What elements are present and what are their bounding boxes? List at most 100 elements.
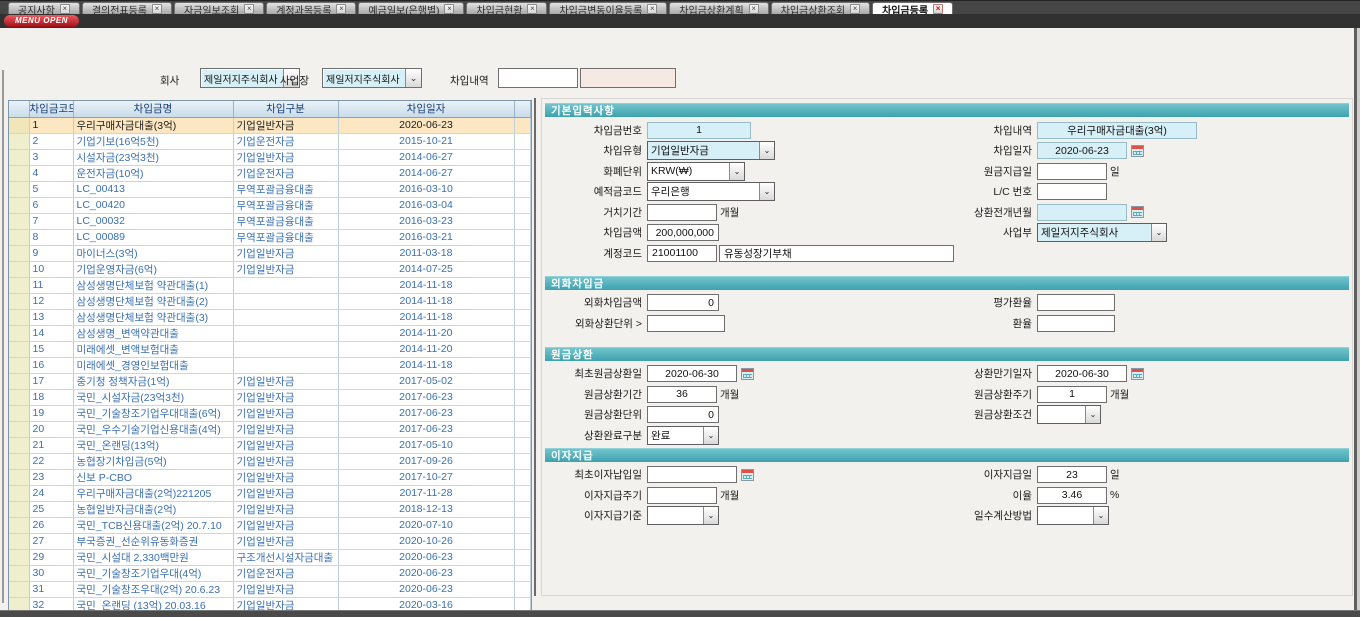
cell-type[interactable]: 기업운전자금 [233,165,338,181]
cell-code[interactable]: 25 [29,501,73,517]
table-row[interactable]: 1우리구매자금대출(3억)기업일반자금2020-06-23 [9,117,530,133]
cell-code[interactable]: 2 [29,133,73,149]
deposit-code-select[interactable]: 우리은행 ⌄ [647,182,775,201]
cell-name[interactable]: 국민_TCB신용대출(2억) 20.7.10 [73,517,233,533]
table-row[interactable]: 22농협장기차입금(5억)기업일반자금2017-09-26 [9,453,530,469]
row-selector-cell[interactable] [9,229,29,245]
cell-date[interactable]: 2014-11-18 [338,277,514,293]
table-row[interactable]: 16미래에셋_경영인보험대출2014-11-18 [9,357,530,373]
cell-filler[interactable] [514,165,530,181]
cell-filler[interactable] [514,245,530,261]
row-selector-cell[interactable] [9,149,29,165]
cell-type[interactable]: 기업일반자금 [233,469,338,485]
grid-header-type[interactable]: 차입구분 [233,101,338,117]
cell-filler[interactable] [514,149,530,165]
cell-name[interactable]: 농협일반자금대출(2억) [73,501,233,517]
cell-date[interactable]: 2014-11-20 [338,325,514,341]
interest-basis-select[interactable]: ⌄ [647,506,719,525]
tab-close-icon[interactable]: × [647,4,657,14]
cell-name[interactable]: 운전자금(10억) [73,165,233,181]
row-selector-cell[interactable] [9,181,29,197]
table-row[interactable]: 25농협일반자금대출(2억)기업일반자금2018-12-13 [9,501,530,517]
cell-code[interactable]: 24 [29,485,73,501]
row-selector-cell[interactable] [9,469,29,485]
cell-date[interactable]: 2014-06-27 [338,149,514,165]
tab-close-icon[interactable]: × [749,4,759,14]
chevron-down-icon[interactable]: ⌄ [729,163,744,180]
cell-type[interactable]: 기업일반자금 [233,453,338,469]
cell-type[interactable] [233,309,338,325]
cell-type[interactable] [233,277,338,293]
cell-filler[interactable] [514,389,530,405]
cell-date[interactable]: 2017-05-02 [338,373,514,389]
cell-code[interactable]: 31 [29,581,73,597]
cell-name[interactable]: 국민_온랜딩(13억) [73,437,233,453]
table-row[interactable]: 7LC_00032무역포괄금융대출2016-03-23 [9,213,530,229]
cell-code[interactable]: 3 [29,149,73,165]
row-selector-cell[interactable] [9,389,29,405]
day-count-method-select[interactable]: ⌄ [1037,506,1109,525]
cell-date[interactable]: 2020-06-23 [338,549,514,565]
currency-select[interactable]: KRW(₩) ⌄ [647,162,745,181]
cell-type[interactable]: 기업일반자금 [233,389,338,405]
cell-name[interactable]: LC_00413 [73,181,233,197]
chevron-down-icon[interactable]: ⌄ [1085,406,1100,423]
calendar-icon[interactable] [1131,206,1144,218]
row-selector-cell[interactable] [9,405,29,421]
menu-open-button[interactable]: MENU OPEN [4,15,79,27]
cell-date[interactable]: 2017-10-27 [338,469,514,485]
grace-period-field[interactable] [647,204,717,221]
cell-date[interactable]: 2016-03-10 [338,181,514,197]
tab-close-icon[interactable]: × [244,4,254,14]
repay-condition-select[interactable]: ⌄ [1037,405,1101,424]
row-selector-cell[interactable] [9,117,29,133]
row-selector-cell[interactable] [9,565,29,581]
cell-code[interactable]: 10 [29,261,73,277]
cell-code[interactable]: 11 [29,277,73,293]
cell-name[interactable]: 우리구매자금대출(3억) [73,117,233,133]
cell-code[interactable]: 15 [29,341,73,357]
cell-type[interactable] [233,341,338,357]
cell-filler[interactable] [514,229,530,245]
loan-desc-input[interactable] [498,68,578,88]
table-row[interactable]: 24우리구매자금대출(2억)221205기업일반자금2017-11-28 [9,485,530,501]
first-repay-date-field[interactable]: 2020-06-30 [647,365,737,382]
tab-close-icon[interactable]: × [850,4,860,14]
cell-name[interactable]: 국민_기술창조기업우대대출(6억) [73,405,233,421]
table-row[interactable]: 2기업기보(16억5천)기업운전자금2015-10-21 [9,133,530,149]
row-selector-cell[interactable] [9,437,29,453]
table-row[interactable]: 14삼성생명_변액약관대출2014-11-20 [9,325,530,341]
table-row[interactable]: 15미래에셋_변액보험대출2014-11-20 [9,341,530,357]
cell-date[interactable]: 2017-06-23 [338,421,514,437]
row-selector-cell[interactable] [9,213,29,229]
cell-date[interactable]: 2014-07-25 [338,261,514,277]
table-row[interactable]: 12삼성생명단체보험 약관대출(2)2014-11-18 [9,293,530,309]
principal-pay-day-field[interactable] [1037,163,1107,180]
repay-open-ym-field[interactable] [1037,204,1127,221]
cell-date[interactable]: 2017-06-23 [338,389,514,405]
cell-name[interactable]: 부국증권_선순위유동화증권 [73,533,233,549]
repay-unit-field[interactable]: 0 [647,406,719,423]
cell-filler[interactable] [514,469,530,485]
lc-no-field[interactable] [1037,183,1107,200]
cell-code[interactable]: 27 [29,533,73,549]
cell-code[interactable]: 18 [29,389,73,405]
row-selector-cell[interactable] [9,581,29,597]
table-row[interactable]: 5LC_00413무역포괄금융대출2016-03-10 [9,181,530,197]
cell-type[interactable] [233,357,338,373]
cell-name[interactable]: 기업운영자금(6억) [73,261,233,277]
cell-name[interactable]: 삼성생명_변액약관대출 [73,325,233,341]
cell-code[interactable]: 8 [29,229,73,245]
cell-type[interactable]: 기업일반자금 [233,533,338,549]
repay-complete-select[interactable]: 완료 ⌄ [647,426,719,445]
row-selector-cell[interactable] [9,165,29,181]
cell-date[interactable]: 2014-06-27 [338,165,514,181]
table-row[interactable]: 19국민_기술창조기업우대대출(6억)기업일반자금2017-06-23 [9,405,530,421]
cell-filler[interactable] [514,181,530,197]
chevron-down-icon[interactable]: ⌄ [1151,224,1166,241]
cell-filler[interactable] [514,405,530,421]
calendar-icon[interactable] [1131,368,1144,380]
cell-name[interactable]: 우리구매자금대출(2억)221205 [73,485,233,501]
cell-type[interactable]: 기업일반자금 [233,485,338,501]
cell-type[interactable]: 기업운전자금 [233,565,338,581]
